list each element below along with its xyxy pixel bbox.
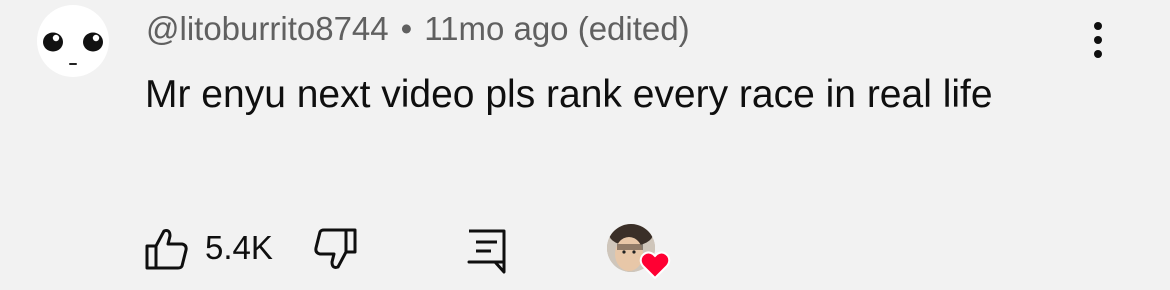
reply-button[interactable] bbox=[464, 226, 510, 276]
thumbs-down-icon bbox=[314, 228, 357, 269]
cute-face-icon bbox=[43, 32, 103, 65]
comment-text: Mr enyu next video pls rank every race i… bbox=[145, 73, 993, 116]
comment: @litoburrito8744 • 11mo ago (edited) Mr en… bbox=[0, 0, 1170, 290]
like-button[interactable] bbox=[144, 226, 190, 272]
reply-comment-icon bbox=[467, 229, 506, 274]
separator-dot: • bbox=[400, 10, 413, 47]
creator-heart bbox=[607, 224, 671, 284]
thumbs-up-icon bbox=[145, 229, 188, 270]
heart-icon bbox=[639, 251, 671, 280]
author-avatar[interactable] bbox=[37, 5, 109, 77]
more-vert-icon bbox=[1094, 22, 1102, 58]
edited-label: (edited) bbox=[577, 10, 690, 47]
comment-time: 11mo ago bbox=[424, 10, 569, 47]
comment-actions: 5.4K bbox=[0, 220, 1170, 280]
more-options-button[interactable] bbox=[1082, 20, 1114, 60]
author-name[interactable]: @litoburrito8744 bbox=[146, 10, 389, 47]
dislike-button[interactable] bbox=[312, 226, 358, 272]
like-count: 5.4K bbox=[205, 229, 273, 266]
comment-header: @litoburrito8744 • 11mo ago (edited) bbox=[146, 8, 690, 50]
